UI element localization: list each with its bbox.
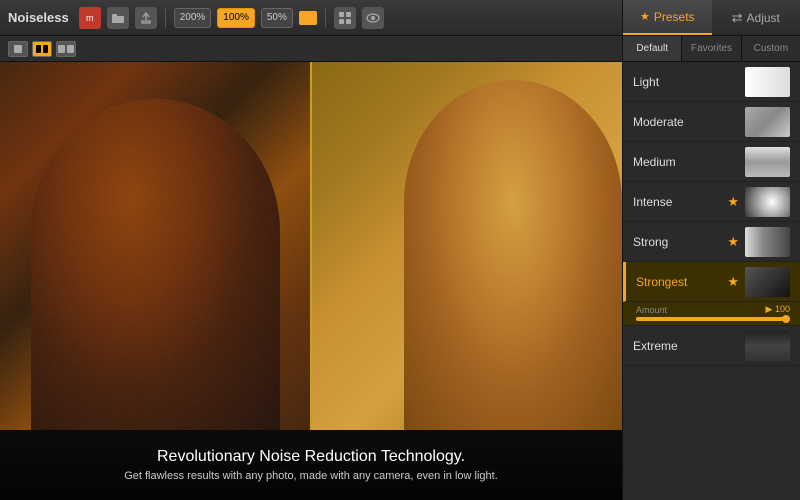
preset-moderate-name: Moderate xyxy=(633,115,739,129)
caption-overlay: Revolutionary Noise Reduction Technology… xyxy=(0,430,622,500)
preset-strong[interactable]: Strong ★ xyxy=(623,222,800,262)
adjust-icon: ⇄ xyxy=(732,10,743,26)
subtab-default-label: Default xyxy=(636,43,668,54)
view-single-btn[interactable] xyxy=(8,41,28,57)
preset-strong-thumb xyxy=(745,227,790,257)
preset-extreme-name: Extreme xyxy=(633,339,739,353)
preset-moderate[interactable]: Moderate xyxy=(623,102,800,142)
app-title: Noiseless xyxy=(8,10,69,25)
preset-light-thumb xyxy=(745,67,790,97)
preset-intense[interactable]: Intense ★ xyxy=(623,182,800,222)
preset-subtabs: Default Favorites Custom xyxy=(622,36,800,62)
presets-star-icon: ★ xyxy=(640,10,650,23)
preset-strong-star[interactable]: ★ xyxy=(727,234,739,250)
amount-slider-fill xyxy=(636,317,790,321)
amount-label-row: Amount ▶ 100 xyxy=(636,304,790,315)
open-icon[interactable] xyxy=(107,7,129,29)
split-divider[interactable] xyxy=(310,62,312,430)
preset-extreme-thumb xyxy=(745,331,790,361)
view-split-btn[interactable] xyxy=(32,41,52,57)
preset-strongest[interactable]: Strongest ★ xyxy=(623,262,800,302)
tab-adjust[interactable]: ⇄ Adjust xyxy=(712,0,800,35)
preset-intense-thumb xyxy=(745,187,790,217)
export-icon[interactable] xyxy=(135,7,157,29)
amount-value: ▶ 100 xyxy=(766,304,790,315)
photo-after xyxy=(311,62,622,430)
preset-strongest-star[interactable]: ★ xyxy=(727,274,739,290)
main-image-area: Revolutionary Noise Reduction Technology… xyxy=(0,62,622,500)
zoom-200-btn[interactable]: 200% xyxy=(174,8,212,28)
subtab-custom[interactable]: Custom xyxy=(742,36,800,61)
preset-light[interactable]: Light xyxy=(623,62,800,102)
tab-presets-label: Presets xyxy=(654,10,695,24)
presets-panel: Light Moderate Medium Intense ★ Strong ★… xyxy=(622,62,800,500)
photo-container xyxy=(0,62,622,430)
amount-slider-track[interactable] xyxy=(636,317,790,321)
subtab-favorites[interactable]: Favorites xyxy=(682,36,741,61)
amount-control: Amount ▶ 100 xyxy=(623,302,800,326)
preset-intense-name: Intense xyxy=(633,195,723,209)
preset-extreme[interactable]: Extreme xyxy=(623,326,800,366)
separator xyxy=(165,8,166,28)
companion-icon[interactable]: m xyxy=(79,7,101,29)
eye-icon[interactable] xyxy=(362,7,384,29)
caption-subtitle: Get flawless results with any photo, mad… xyxy=(124,470,498,482)
separator2 xyxy=(325,8,326,28)
panel-header: ★ Presets ⇄ Adjust xyxy=(622,0,800,36)
subtab-default[interactable]: Default xyxy=(623,36,682,61)
caption-title: Revolutionary Noise Reduction Technology… xyxy=(157,448,465,466)
preset-light-name: Light xyxy=(633,75,739,89)
noise-overlay xyxy=(0,62,311,430)
amount-slider-handle[interactable] xyxy=(782,315,790,323)
view-compare-btn[interactable] xyxy=(56,41,76,57)
amount-text: Amount xyxy=(636,305,667,315)
preset-medium-thumb xyxy=(745,147,790,177)
preset-medium[interactable]: Medium xyxy=(623,142,800,182)
tab-adjust-label: Adjust xyxy=(747,11,780,25)
preset-strong-name: Strong xyxy=(633,235,723,249)
preset-intense-star[interactable]: ★ xyxy=(727,194,739,210)
preset-moderate-thumb xyxy=(745,107,790,137)
zoom-50-btn[interactable]: 50% xyxy=(261,8,293,28)
photo-before xyxy=(0,62,311,430)
zoom-100-btn[interactable]: 100% xyxy=(217,8,255,28)
subtab-favorites-label: Favorites xyxy=(691,43,732,54)
subtab-custom-label: Custom xyxy=(754,43,788,54)
zoom-fit-icon[interactable] xyxy=(299,11,317,25)
person-right-silhouette xyxy=(404,80,622,430)
tab-presets[interactable]: ★ Presets xyxy=(623,0,712,35)
preset-medium-name: Medium xyxy=(633,155,739,169)
preset-strongest-thumb xyxy=(745,267,790,297)
person-left-silhouette xyxy=(31,99,280,430)
preset-strongest-name: Strongest xyxy=(636,275,723,289)
grid-icon[interactable] xyxy=(334,7,356,29)
